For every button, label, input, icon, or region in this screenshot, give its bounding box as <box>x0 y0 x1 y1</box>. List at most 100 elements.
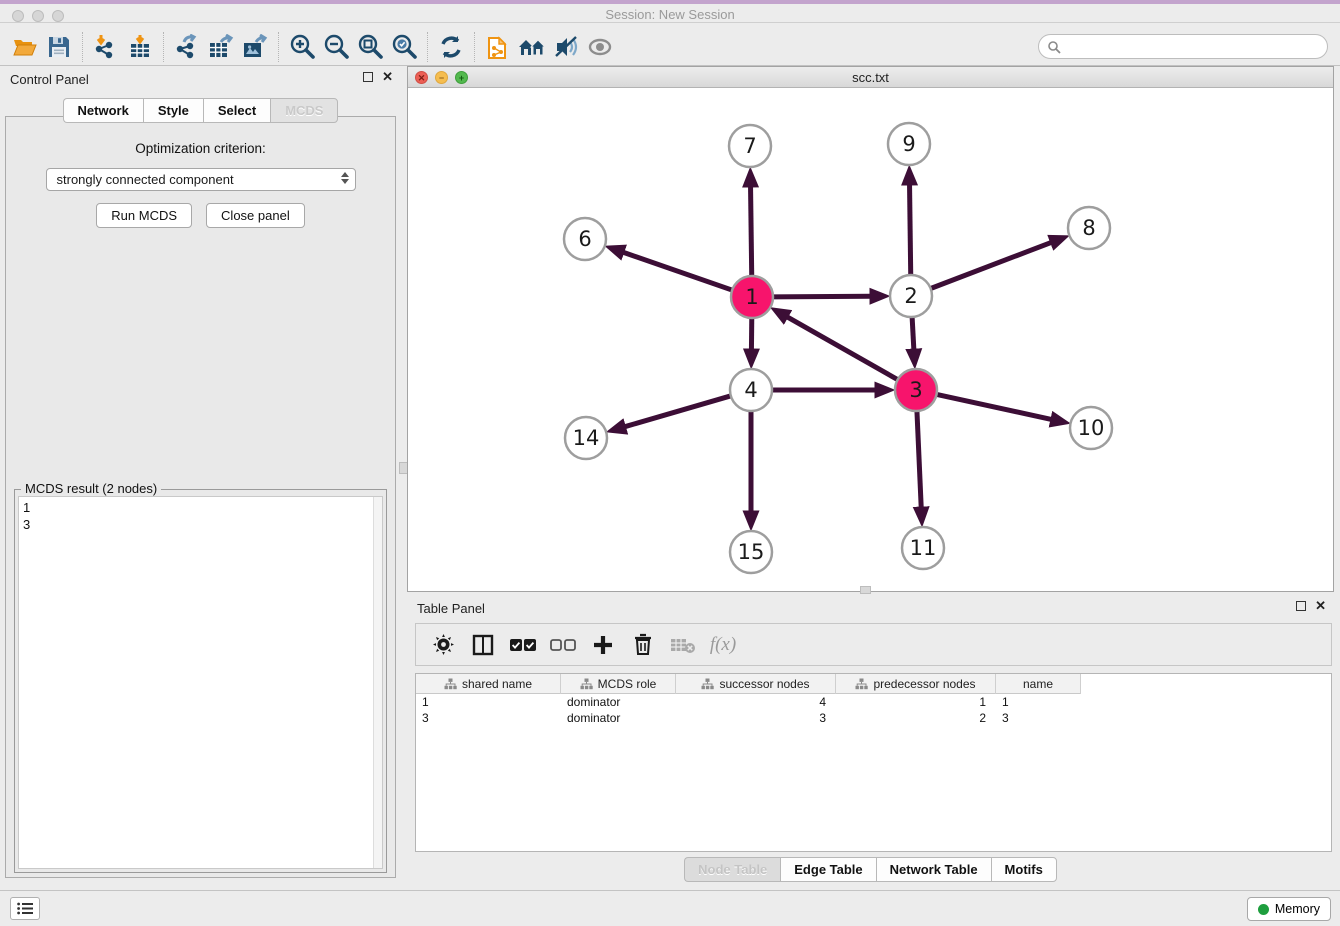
cell-successor-nodes[interactable]: 3 <box>676 710 836 726</box>
node-1[interactable]: 1 <box>731 276 773 318</box>
column-header-successor-nodes[interactable]: successor nodes <box>676 674 836 694</box>
hide-graphics-details-button[interactable] <box>549 31 583 63</box>
node-7[interactable]: 7 <box>729 125 771 167</box>
cell-MCDS-role[interactable]: dominator <box>561 694 676 710</box>
cell-MCDS-role[interactable]: dominator <box>561 710 676 726</box>
zoom-out-button[interactable] <box>319 31 353 63</box>
function-builder-button[interactable]: f(x) <box>708 630 738 660</box>
network-window-titlebar[interactable]: ✕ − + scc.txt <box>408 67 1333 88</box>
delete-column-button[interactable] <box>628 630 658 660</box>
cell-name[interactable]: 1 <box>996 694 1081 710</box>
import-network-button[interactable] <box>89 31 123 63</box>
cell-successor-nodes[interactable]: 4 <box>676 694 836 710</box>
tab-motifs[interactable]: Motifs <box>991 857 1057 882</box>
edge-2-9[interactable] <box>910 184 911 276</box>
node-8[interactable]: 8 <box>1068 207 1110 249</box>
edge-2-8[interactable] <box>930 242 1052 289</box>
horizontal-splitter-handle[interactable] <box>860 586 871 594</box>
edge-1-6[interactable] <box>623 252 733 290</box>
tab-network-table[interactable]: Network Table <box>876 857 991 882</box>
export-network-button[interactable] <box>170 31 204 63</box>
toolbar-separator <box>474 32 475 62</box>
search-box[interactable] <box>1038 34 1328 59</box>
column-header-shared-name[interactable]: shared name <box>416 674 561 694</box>
edge-1-7[interactable] <box>751 186 752 277</box>
delete-table-button[interactable] <box>668 630 698 660</box>
memory-button[interactable]: Memory <box>1247 897 1331 921</box>
float-panel-icon[interactable] <box>363 72 373 82</box>
export-table-button[interactable] <box>204 31 238 63</box>
edge-1-2[interactable] <box>772 296 871 297</box>
export-image-button[interactable] <box>238 31 272 63</box>
refresh-button[interactable] <box>434 31 468 63</box>
close-table-panel-icon[interactable]: ✕ <box>1315 601 1326 611</box>
search-input[interactable] <box>1066 40 1306 54</box>
uncheck-all-icon <box>550 638 576 652</box>
import-table-button[interactable] <box>123 31 157 63</box>
tab-style[interactable]: Style <box>143 98 203 123</box>
close-network-icon[interactable]: ✕ <box>415 71 428 84</box>
column-header-label: MCDS role <box>598 677 657 691</box>
cell-shared-name[interactable]: 3 <box>416 710 561 726</box>
cell-shared-name[interactable]: 1 <box>416 694 561 710</box>
tab-select[interactable]: Select <box>203 98 270 123</box>
tab-node-table[interactable]: Node Table <box>684 857 780 882</box>
show-hide-button[interactable] <box>583 31 617 63</box>
edge-3-10[interactable] <box>936 394 1052 419</box>
node-11[interactable]: 11 <box>902 527 944 569</box>
result-scrollbar[interactable] <box>373 497 382 868</box>
table-row[interactable]: 1dominator411 <box>416 694 1081 710</box>
table-settings-button[interactable] <box>428 630 458 660</box>
tab-mcds[interactable]: MCDS <box>270 98 338 123</box>
column-header-predecessor-nodes[interactable]: predecessor nodes <box>836 674 996 694</box>
cell-predecessor-nodes[interactable]: 2 <box>836 710 996 726</box>
select-all-button[interactable] <box>508 630 538 660</box>
node-15[interactable]: 15 <box>730 531 772 573</box>
node-10[interactable]: 10 <box>1070 407 1112 449</box>
node-4[interactable]: 4 <box>730 369 772 411</box>
zoom-in-button[interactable] <box>285 31 319 63</box>
edge-2-3[interactable] <box>912 316 914 350</box>
tab-edge-table[interactable]: Edge Table <box>780 857 875 882</box>
open-session-button[interactable] <box>8 31 42 63</box>
table-columns-button[interactable] <box>468 630 498 660</box>
float-table-panel-icon[interactable] <box>1296 601 1306 611</box>
table-row[interactable]: 3dominator323 <box>416 710 1081 726</box>
column-header-label: predecessor nodes <box>873 677 975 691</box>
node-label: 1 <box>745 285 758 309</box>
optimization-criterion-select[interactable]: strongly connected component <box>46 168 356 191</box>
save-icon <box>47 35 71 59</box>
zoom-network-icon[interactable]: + <box>455 71 468 84</box>
node-2[interactable]: 2 <box>890 275 932 317</box>
cell-name[interactable]: 3 <box>996 710 1081 726</box>
run-mcds-button[interactable]: Run MCDS <box>96 203 192 228</box>
deselect-all-button[interactable] <box>548 630 578 660</box>
node-14[interactable]: 14 <box>565 417 607 459</box>
edge-3-11[interactable] <box>917 410 921 508</box>
network-graph[interactable]: 1 2 3 4 6 7 8 9 10 11 14 15 <box>408 88 1333 591</box>
task-history-button[interactable] <box>10 897 40 920</box>
node-6[interactable]: 6 <box>564 218 606 260</box>
node-table[interactable]: shared name MCDS role successor nodes prede… <box>415 673 1332 852</box>
first-neighbors-button[interactable] <box>515 31 549 63</box>
node-9[interactable]: 9 <box>888 123 930 165</box>
close-panel-button[interactable]: Close panel <box>206 203 305 228</box>
minimize-network-icon[interactable]: − <box>435 71 448 84</box>
table-panel: Table Panel ✕ f(x) shared <box>407 595 1334 890</box>
new-network-file-button[interactable] <box>481 31 515 63</box>
network-canvas[interactable]: 1 2 3 4 6 7 8 9 10 11 14 15 <box>408 88 1333 591</box>
mcds-result-text[interactable]: 13 <box>18 496 383 869</box>
node-3[interactable]: 3 <box>895 369 937 411</box>
column-header-MCDS-role[interactable]: MCDS role <box>561 674 676 694</box>
cell-predecessor-nodes[interactable]: 1 <box>836 694 996 710</box>
close-panel-icon[interactable]: ✕ <box>382 72 393 82</box>
zoom-fit-button[interactable] <box>353 31 387 63</box>
column-header-name[interactable]: name <box>996 674 1081 694</box>
add-column-button[interactable] <box>588 630 618 660</box>
zoom-selected-button[interactable] <box>387 31 421 63</box>
save-session-button[interactable] <box>42 31 76 63</box>
tab-network[interactable]: Network <box>63 98 143 123</box>
edge-4-14[interactable] <box>624 396 731 427</box>
edge-3-1[interactable] <box>787 317 899 380</box>
columns-icon <box>472 634 494 656</box>
